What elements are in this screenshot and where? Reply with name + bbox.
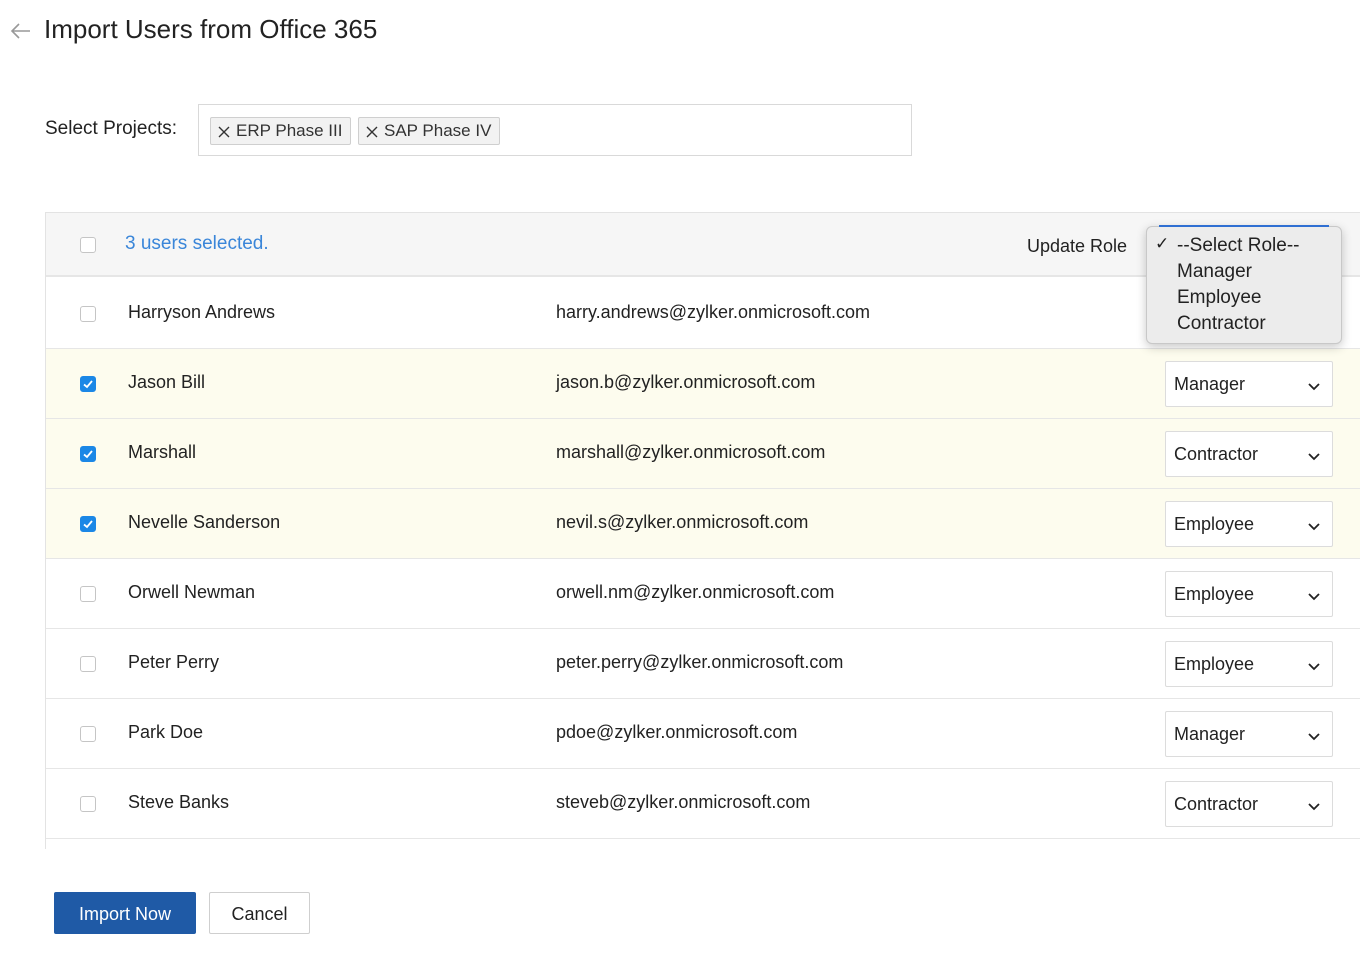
selected-count[interactable]: 3 users selected. bbox=[125, 233, 269, 255]
role-select[interactable]: Employee bbox=[1165, 571, 1333, 617]
chevron-down-icon bbox=[1306, 450, 1322, 462]
import-now-button[interactable]: Import Now bbox=[54, 892, 196, 934]
user-email: harry.andrews@zylker.onmicrosoft.com bbox=[556, 302, 871, 322]
user-email: nevil.s@zylker.onmicrosoft.com bbox=[556, 512, 809, 532]
select-all-checkbox[interactable] bbox=[80, 237, 96, 253]
chevron-down-icon bbox=[1306, 520, 1322, 532]
user-email: marshall@zylker.onmicrosoft.com bbox=[556, 442, 826, 462]
project-chip-label: ERP Phase III bbox=[236, 121, 343, 140]
role-option[interactable]: Employee bbox=[1177, 287, 1262, 309]
user-email: steveb@zylker.onmicrosoft.com bbox=[556, 792, 811, 812]
user-name: Jason Bill bbox=[128, 372, 206, 392]
chevron-down-icon bbox=[1306, 590, 1322, 602]
role-select[interactable]: Employee bbox=[1165, 641, 1333, 687]
role-select-value: Employee bbox=[1174, 584, 1255, 604]
user-email: jason.b@zylker.onmicrosoft.com bbox=[556, 372, 816, 392]
chevron-down-icon bbox=[1306, 730, 1322, 742]
chevron-down-icon bbox=[1306, 800, 1322, 812]
role-option[interactable]: --Select Role-- bbox=[1177, 235, 1299, 257]
row-checkbox[interactable] bbox=[80, 656, 96, 672]
table-row: Peter Perry peter.perry@zylker.onmicroso… bbox=[46, 629, 1360, 699]
role-select[interactable]: Contractor bbox=[1165, 781, 1333, 827]
role-select[interactable]: Employee bbox=[1165, 501, 1333, 547]
role-select-value: Manager bbox=[1174, 724, 1246, 744]
focus-indicator bbox=[1159, 225, 1329, 227]
table-row: Park Doe pdoe@zylker.onmicrosoft.com Man… bbox=[46, 699, 1360, 769]
project-chip: SAP Phase IV bbox=[358, 117, 501, 145]
projects-multiselect[interactable]: ERP Phase III SAP Phase IV bbox=[198, 104, 912, 156]
checkmark-icon: ✓ bbox=[1155, 234, 1170, 253]
role-select[interactable]: Manager bbox=[1165, 361, 1333, 407]
chevron-down-icon bbox=[1306, 660, 1322, 672]
chevron-down-icon bbox=[1306, 380, 1322, 392]
update-role-dropdown-menu: ✓ --Select Role-- Manager Employee Contr… bbox=[1146, 225, 1342, 344]
user-email: orwell.nm@zylker.onmicrosoft.com bbox=[556, 582, 835, 602]
role-select-value: Contractor bbox=[1174, 444, 1259, 464]
role-select-value: Employee bbox=[1174, 514, 1255, 534]
user-name: Park Doe bbox=[128, 722, 204, 742]
close-icon[interactable] bbox=[365, 124, 379, 138]
role-select-value: Contractor bbox=[1174, 794, 1259, 814]
select-projects-label: Select Projects: bbox=[45, 118, 177, 139]
row-checkbox[interactable] bbox=[80, 586, 96, 602]
user-name: Harryson Andrews bbox=[128, 302, 276, 322]
table-row: Nevelle Sanderson nevil.s@zylker.onmicro… bbox=[46, 489, 1360, 559]
user-email: peter.perry@zylker.onmicrosoft.com bbox=[556, 652, 844, 672]
user-email: pdoe@zylker.onmicrosoft.com bbox=[556, 722, 798, 742]
table-row: Orwell Newman orwell.nm@zylker.onmicroso… bbox=[46, 559, 1360, 629]
row-checkbox[interactable] bbox=[80, 376, 96, 392]
user-name: Nevelle Sanderson bbox=[128, 512, 281, 532]
project-chip: ERP Phase III bbox=[210, 117, 352, 145]
role-select[interactable]: Manager bbox=[1165, 711, 1333, 757]
close-icon[interactable] bbox=[217, 124, 231, 138]
role-select-value: Employee bbox=[1174, 654, 1255, 674]
page-header: Import Users from Office 365 bbox=[0, 0, 1360, 62]
arrow-left-icon[interactable] bbox=[8, 20, 32, 42]
user-name: Marshall bbox=[128, 442, 197, 462]
table-row: Jason Bill jason.b@zylker.onmicrosoft.co… bbox=[46, 349, 1360, 419]
row-checkbox[interactable] bbox=[80, 306, 96, 322]
user-name: Orwell Newman bbox=[128, 582, 256, 602]
row-checkbox[interactable] bbox=[80, 726, 96, 742]
role-select[interactable]: Contractor bbox=[1165, 431, 1333, 477]
row-checkbox[interactable] bbox=[80, 446, 96, 462]
update-role-label: Update Role bbox=[1027, 236, 1128, 256]
table-row: Marshall marshall@zylker.onmicrosoft.com… bbox=[46, 419, 1360, 489]
role-select-value: Manager bbox=[1174, 374, 1246, 394]
role-option[interactable]: Manager bbox=[1177, 261, 1252, 283]
cancel-button[interactable]: Cancel bbox=[209, 892, 310, 934]
page-title: Import Users from Office 365 bbox=[44, 14, 378, 44]
project-chip-label: SAP Phase IV bbox=[384, 121, 492, 140]
role-option[interactable]: Contractor bbox=[1177, 313, 1266, 335]
user-name: Peter Perry bbox=[128, 652, 220, 672]
table-row: Steve Banks steveb@zylker.onmicrosoft.co… bbox=[46, 769, 1360, 839]
row-checkbox[interactable] bbox=[80, 516, 96, 532]
user-name: Steve Banks bbox=[128, 792, 230, 812]
row-checkbox[interactable] bbox=[80, 796, 96, 812]
